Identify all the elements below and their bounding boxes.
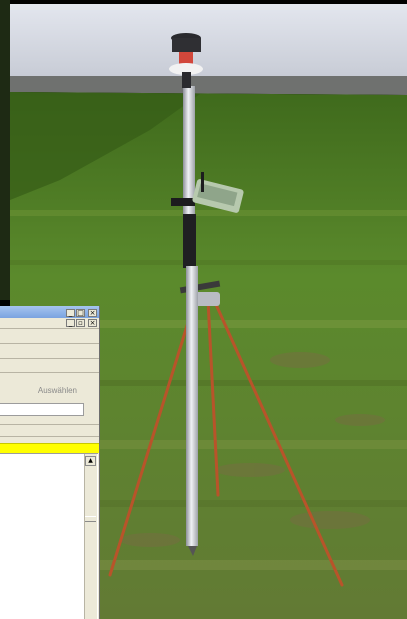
maximize-button[interactable]: □ xyxy=(76,309,85,317)
divider xyxy=(0,372,99,373)
highlight-bar xyxy=(0,443,99,453)
pole-lower xyxy=(186,266,198,546)
scroll-thumb[interactable] xyxy=(85,516,96,522)
minimize-button[interactable]: _ xyxy=(66,309,75,317)
path xyxy=(10,76,407,95)
text-input[interactable] xyxy=(0,403,84,416)
child-close-button[interactable]: × xyxy=(88,319,97,327)
wall xyxy=(10,4,407,76)
scroll-up-arrow-icon[interactable]: ▲ xyxy=(85,456,96,466)
menu-bar: _ ▫ × xyxy=(0,318,99,329)
divider xyxy=(0,343,99,344)
foliage-strip xyxy=(0,0,10,300)
divider xyxy=(0,424,99,425)
pole-grip xyxy=(183,214,196,268)
child-restore-button[interactable]: ▫ xyxy=(76,319,85,327)
select-label[interactable]: Auswählen xyxy=(38,386,77,395)
divider xyxy=(0,358,99,359)
close-button[interactable]: × xyxy=(88,309,97,317)
vertical-scrollbar[interactable]: ▲ xyxy=(84,454,97,619)
title-bar: _ □ × xyxy=(0,306,99,318)
dialog-window: _ □ × _ ▫ × Auswählen ▲ xyxy=(0,306,100,619)
child-minimize-button[interactable]: _ xyxy=(66,319,75,327)
divider xyxy=(0,436,99,437)
